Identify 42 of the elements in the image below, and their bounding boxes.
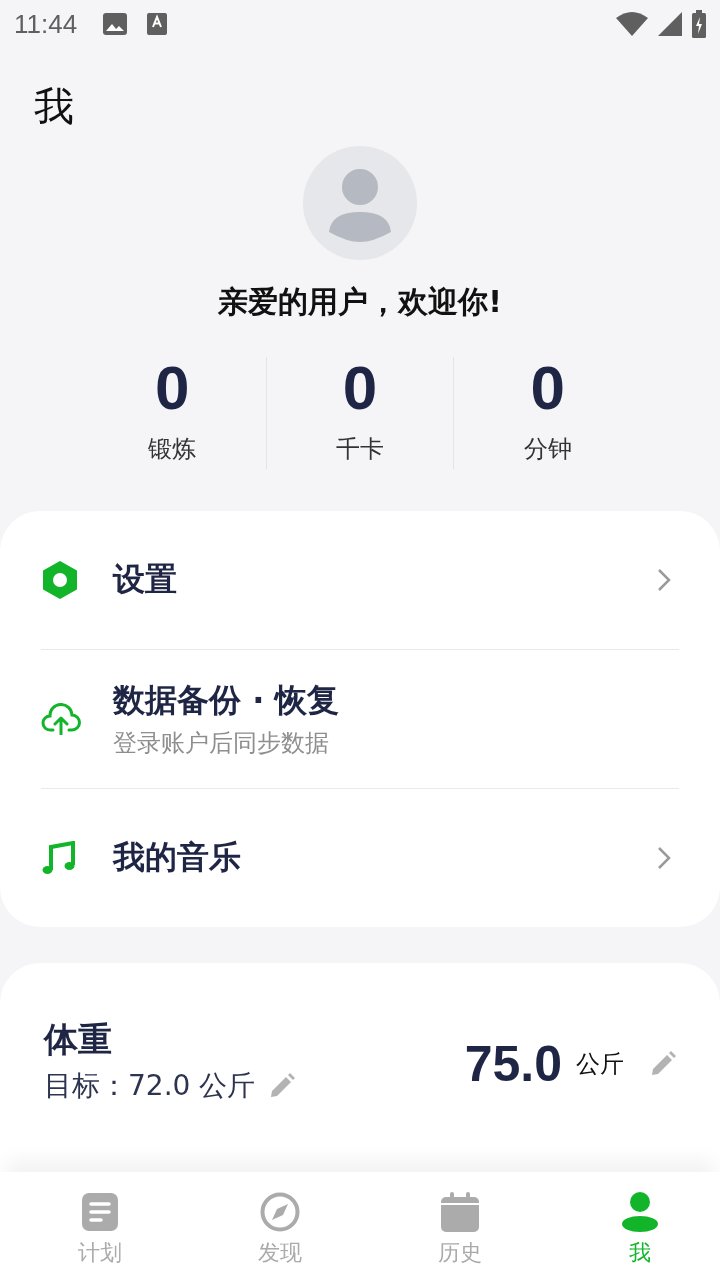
cloud-upload-icon xyxy=(41,703,81,735)
menu-item[interactable]: 数据备份 · 恢复 登录账户后同步数据 xyxy=(41,649,679,788)
stat-label: 分钟 xyxy=(523,434,572,465)
edit-goal-button[interactable] xyxy=(269,1073,296,1099)
weight-goal: 目标：72.0 公斤 xyxy=(44,1068,256,1104)
weight-title: 体重 xyxy=(44,1018,113,1061)
edit-weight-button[interactable] xyxy=(650,1051,676,1077)
hexagon-icon xyxy=(41,561,79,599)
stat-label: 千卡 xyxy=(336,434,384,465)
status-time: 11:44 xyxy=(14,8,78,40)
chevron-right-icon xyxy=(657,846,671,870)
keyboard-a-icon xyxy=(147,13,168,35)
menu-title: 设置 xyxy=(113,559,178,600)
menu-subtitle: 登录账户后同步数据 xyxy=(113,728,330,759)
page-title: 我 xyxy=(34,82,74,131)
chevron-right-icon xyxy=(657,568,671,592)
signal-icon xyxy=(658,12,682,36)
nav-tab[interactable]: 发现 xyxy=(190,1172,370,1280)
stat-value: 0 xyxy=(155,357,190,419)
nav-tab[interactable]: 我 xyxy=(550,1172,720,1280)
stat-value: 0 xyxy=(530,357,565,419)
nav-tab[interactable]: 历史 xyxy=(370,1172,550,1280)
music-note-icon xyxy=(41,841,77,875)
image-icon xyxy=(103,13,128,35)
weight-unit: 公斤 xyxy=(576,1049,624,1080)
wifi-icon xyxy=(616,12,648,36)
menu-title: 我的音乐 xyxy=(113,837,242,878)
menu-item[interactable]: 设置 xyxy=(41,511,679,649)
weight-value: 75.0 xyxy=(464,1035,562,1093)
document-icon xyxy=(82,1192,118,1232)
compass-icon xyxy=(260,1192,300,1232)
menu-item[interactable]: 我的音乐 xyxy=(41,788,679,927)
pencil-icon xyxy=(269,1073,296,1099)
pencil-icon xyxy=(650,1051,676,1077)
welcome-text: 亲爱的用户，欢迎你! xyxy=(218,283,502,321)
calendar-icon xyxy=(441,1192,479,1232)
nav-tab[interactable]: 计划 xyxy=(10,1172,190,1280)
menu-title: 数据备份 · 恢复 xyxy=(113,680,341,721)
battery-icon xyxy=(692,10,706,38)
stat-label: 锻炼 xyxy=(148,434,197,465)
stat-value: 0 xyxy=(342,357,378,419)
person-icon xyxy=(622,1192,658,1232)
